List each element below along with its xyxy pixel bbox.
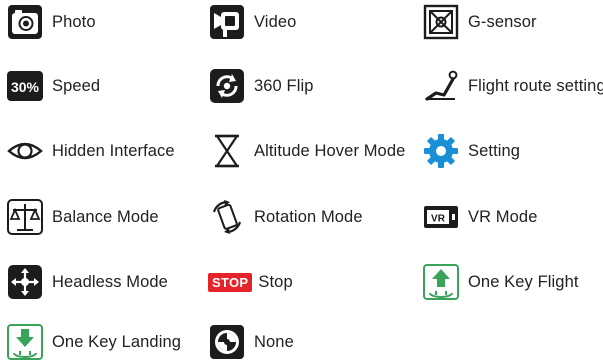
legend-item-setting: Setting — [422, 131, 520, 171]
balance-icon — [6, 198, 44, 236]
stop-icon: STOP — [208, 263, 253, 301]
legend-label-g-sensor: G-sensor — [468, 12, 537, 31]
speed-icon-badge: 30% — [11, 79, 40, 95]
gear-icon — [422, 132, 460, 170]
legend-item-none: None — [208, 322, 294, 362]
legend-item-balance-mode: Balance Mode — [6, 197, 159, 237]
legend-item-one-key-landing: One Key Landing — [6, 322, 181, 362]
legend-label-video: Video — [254, 12, 297, 31]
flip-360-icon — [208, 67, 246, 105]
legend-label-altitude-hover: Altitude Hover Mode — [254, 141, 406, 160]
legend-label-photo: Photo — [52, 12, 96, 31]
speed-icon: 30% — [6, 67, 44, 105]
vr-icon: VR — [422, 198, 460, 236]
legend-label-vr-mode: VR Mode — [468, 207, 538, 226]
legend-item-headless-mode: Headless Mode — [6, 262, 168, 302]
legend-item-one-key-flight: One Key Flight — [422, 262, 579, 302]
none-icon — [208, 323, 246, 361]
legend-item-g-sensor: G-sensor — [422, 2, 537, 42]
takeoff-icon — [422, 263, 460, 301]
legend-label-one-key-landing: One Key Landing — [52, 332, 182, 351]
legend-label-flight-route: Flight route setting — [468, 76, 603, 95]
legend-label-one-key-flight: One Key Flight — [468, 272, 579, 291]
legend-item-hidden-interface: Hidden Interface — [6, 131, 175, 171]
legend-label-balance-mode: Balance Mode — [52, 207, 159, 226]
legend-item-speed: 30% Speed — [6, 66, 100, 106]
legend-item-360-flip: 360 Flip — [208, 66, 314, 106]
legend-item-photo: Photo — [6, 2, 96, 42]
legend-item-vr-mode: VR VR Mode — [422, 197, 537, 237]
legend-label-360-flip: 360 Flip — [254, 76, 314, 95]
camera-icon — [6, 3, 44, 41]
legend-label-stop: Stop — [258, 272, 293, 291]
rotation-icon — [208, 198, 246, 236]
legend-item-flight-route: Flight route setting — [422, 66, 603, 106]
g-sensor-icon — [422, 3, 460, 41]
hourglass-icon — [208, 132, 246, 170]
legend-item-altitude-hover: Altitude Hover Mode — [208, 131, 405, 171]
legend-label-headless-mode: Headless Mode — [52, 272, 168, 291]
legend-label-speed: Speed — [52, 76, 101, 95]
legend-label-rotation-mode: Rotation Mode — [254, 207, 363, 226]
video-camera-icon — [208, 3, 246, 41]
legend-label-setting: Setting — [468, 141, 521, 160]
flight-route-icon — [422, 67, 460, 105]
legend-label-none: None — [254, 332, 294, 351]
icon-legend: Photo Video G-sensor 30% Speed 360 Flip … — [0, 0, 603, 362]
headless-icon — [6, 263, 44, 301]
legend-item-stop: STOP Stop — [208, 262, 293, 302]
legend-item-video: Video — [208, 2, 296, 42]
landing-icon — [6, 323, 44, 361]
legend-label-hidden-interface: Hidden Interface — [52, 141, 175, 160]
vr-icon-badge: VR — [431, 214, 446, 225]
legend-item-rotation-mode: Rotation Mode — [208, 197, 363, 237]
stop-icon-badge: STOP — [208, 272, 253, 292]
eye-icon — [6, 132, 44, 170]
